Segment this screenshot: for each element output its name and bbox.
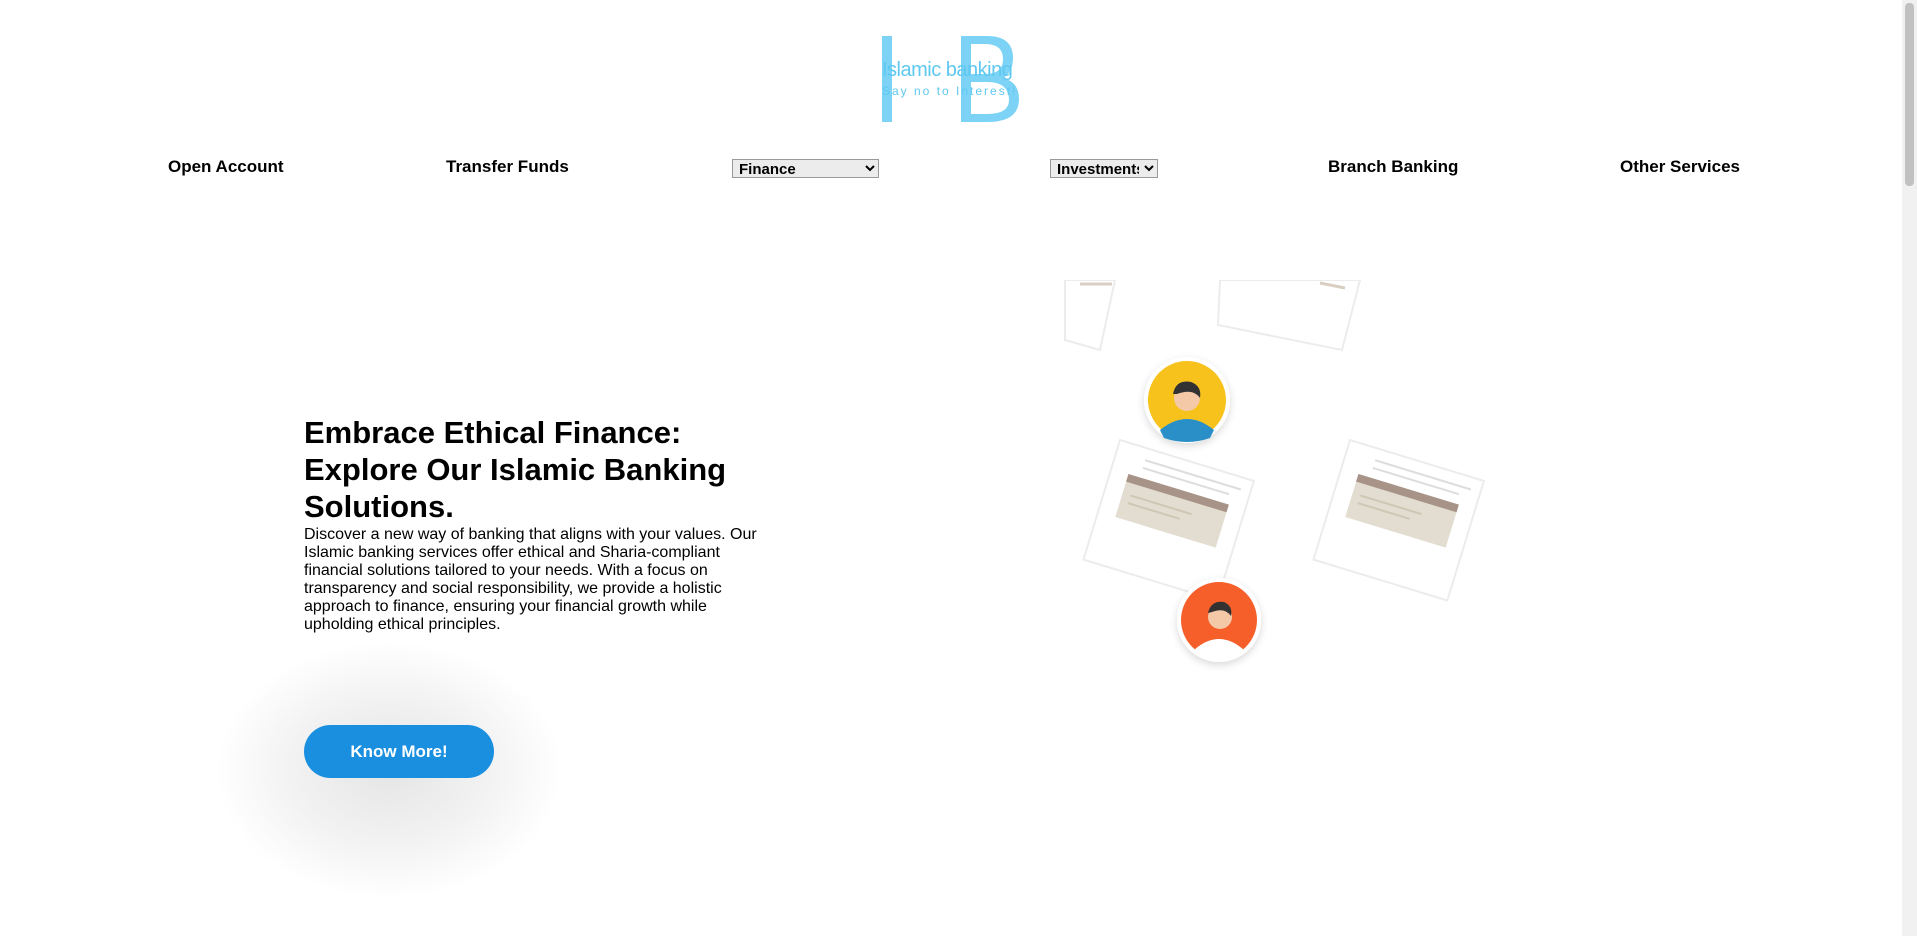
logo-tagline: Say no to Interest! (882, 84, 1018, 98)
user-avatar-icon (1177, 578, 1261, 662)
know-more-button[interactable]: Know More! (304, 725, 494, 778)
document-card-icon (1082, 438, 1256, 602)
site-logo[interactable]: Islamic banking Say no to Interest! (879, 34, 1021, 124)
user-avatar-icon (1144, 357, 1230, 443)
investments-select[interactable]: Investments (1050, 159, 1158, 178)
logo-title: Islamic banking (882, 59, 1013, 81)
scrollbar-thumb[interactable] (1905, 3, 1914, 186)
page-scrollbar[interactable] (1902, 0, 1917, 936)
nav-open-account[interactable]: Open Account (168, 157, 284, 177)
nav-branch-banking[interactable]: Branch Banking (1328, 157, 1458, 177)
nav-transfer-funds[interactable]: Transfer Funds (446, 157, 569, 177)
document-card-icon (1312, 438, 1486, 602)
document-card-icon (1216, 280, 1362, 352)
document-card-icon (1064, 280, 1117, 352)
banking-illustration (1064, 280, 1486, 662)
finance-select[interactable]: Finance (732, 159, 879, 178)
hero-description: Discover a new way of banking that align… (304, 526, 757, 633)
nav-other-services[interactable]: Other Services (1620, 157, 1740, 177)
hero-title: Embrace Ethical Finance: Explore Our Isl… (304, 415, 727, 524)
